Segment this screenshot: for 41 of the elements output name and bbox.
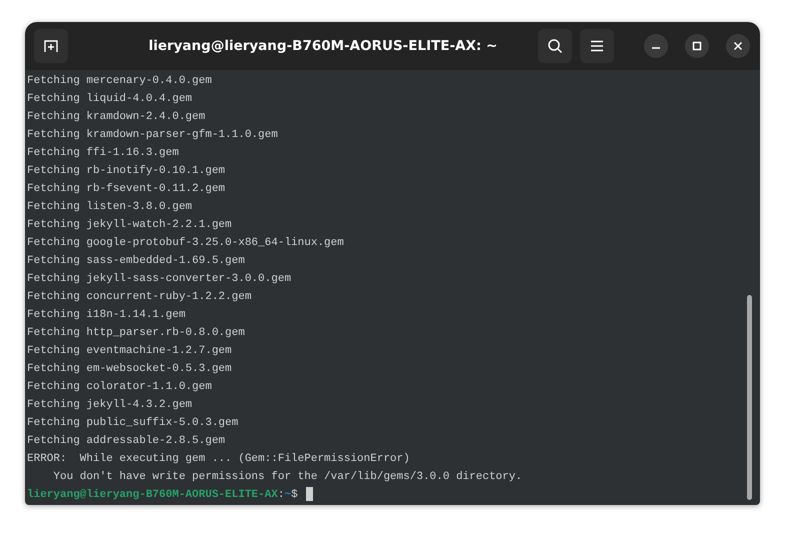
terminal-output-line: Fetching google-protobuf-3.25.0-x86_64-linux.gem	[27, 237, 344, 249]
terminal-output-line: Fetching rb-inotify-0.10.1.gem	[27, 165, 226, 177]
prompt-path: ~	[284, 489, 292, 501]
scrollbar-thumb[interactable]	[747, 295, 752, 500]
prompt-symbol: $	[291, 489, 298, 501]
window-title: lieryang@lieryang-B760M-AORUS-ELITE-AX: ~	[148, 38, 498, 54]
terminal-output-line: Fetching i18n-1.14.1.gem	[27, 309, 186, 321]
maximize-button[interactable]	[685, 34, 709, 58]
maximize-icon	[692, 41, 702, 51]
terminal-output-line: Fetching jekyll-4.3.2.gem	[27, 399, 192, 411]
terminal-output-line: Fetching sass-embedded-1.69.5.gem	[27, 255, 245, 267]
terminal-output-line: You don't have write permissions for the /var/lib/gems/3.0.0 directory.	[52, 471, 522, 483]
terminal-output-line: Fetching mercenary-0.4.0.gem	[27, 75, 212, 87]
terminal-output-line: Fetching jekyll-sass-converter-3.0.0.gem	[27, 273, 292, 285]
terminal-output-line: Fetching colorator-1.1.0.gem	[27, 381, 212, 393]
search-icon	[547, 38, 563, 54]
terminal-output-line: Fetching ffi-1.16.3.gem	[27, 147, 179, 159]
close-icon	[733, 41, 743, 51]
search-button[interactable]	[538, 29, 572, 63]
terminal-output-line: Fetching kramdown-parser-gfm-1.1.0.gem	[27, 129, 278, 141]
terminal-output-line: Fetching concurrent-ruby-1.2.2.gem	[27, 291, 252, 303]
terminal-output-line: Fetching public_suffix-5.0.3.gem	[27, 417, 238, 429]
terminal-output-line: ERROR: While executing gem ... (Gem::FilePermissionError)	[27, 453, 410, 465]
terminal-output-line: Fetching listen-3.8.0.gem	[27, 201, 192, 213]
new-tab-button[interactable]	[34, 29, 68, 63]
menu-button[interactable]	[580, 29, 614, 63]
terminal-output-line: Fetching em-websocket-0.5.3.gem	[27, 363, 232, 375]
terminal-output-line: Fetching http_parser.rb-0.8.0.gem	[27, 327, 245, 339]
menu-icon	[590, 40, 604, 52]
minimize-button[interactable]	[644, 34, 668, 58]
text-cursor	[306, 487, 314, 502]
terminal-output-line: Fetching kramdown-2.4.0.gem	[27, 111, 206, 123]
terminal-output-line: Fetching eventmachine-1.2.7.gem	[27, 345, 232, 357]
terminal-output-line: Fetching addressable-2.8.5.gem	[27, 435, 226, 447]
new-tab-icon	[43, 38, 59, 54]
terminal-output-line: Fetching jekyll-watch-2.2.1.gem	[27, 219, 232, 231]
prompt-separator: :	[278, 489, 284, 501]
prompt-user-host: lieryang@lieryang-B760M-AORUS-ELITE-AX	[27, 489, 278, 501]
terminal-output-line: Fetching rb-fsevent-0.11.2.gem	[27, 183, 226, 195]
close-button[interactable]	[726, 34, 750, 58]
terminal-output-line: Fetching liquid-4.0.4.gem	[27, 93, 192, 105]
